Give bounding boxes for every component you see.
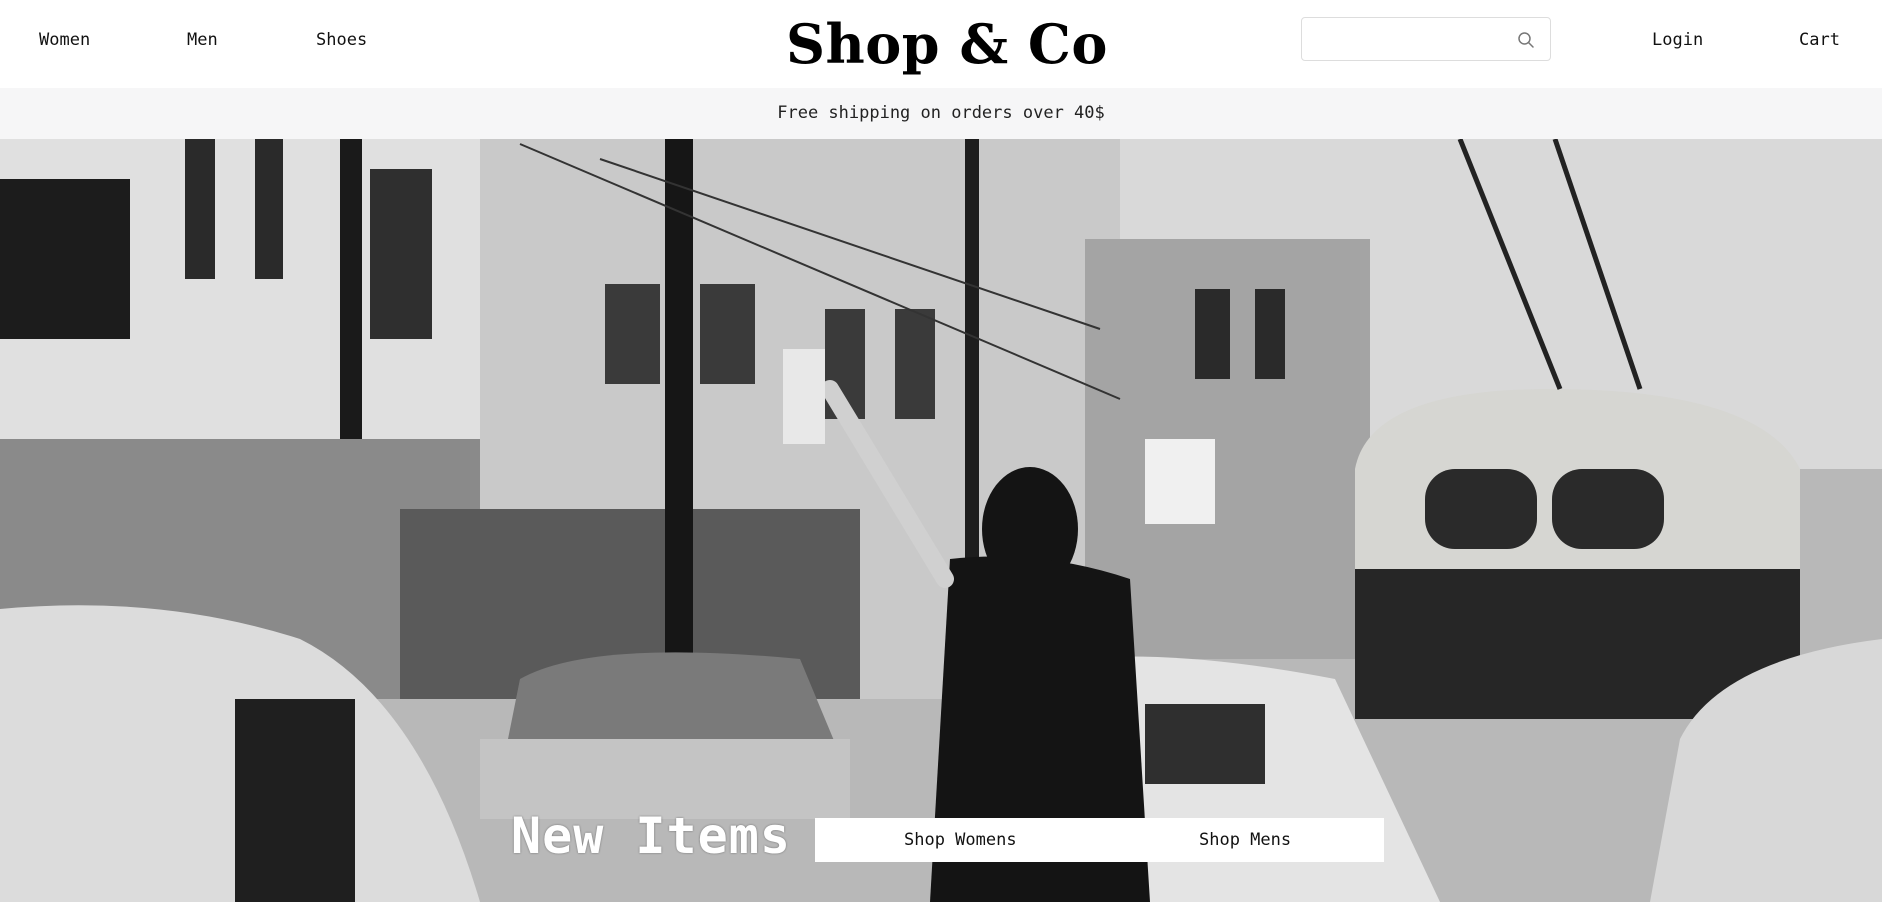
hero-street-photo [0,139,1882,902]
login-link[interactable]: Login [1652,30,1703,50]
shipping-banner: Free shipping on orders over 40$ [0,88,1882,139]
search-box [1301,17,1551,61]
nav-shoes[interactable]: Shoes [316,30,367,50]
hero-cta-bar: Shop Womens Shop Mens [815,818,1384,862]
site-logo[interactable]: Shop & Co [786,12,1108,76]
hero-title: New Items [511,807,791,865]
search-input[interactable] [1312,26,1502,52]
nav-women[interactable]: Women [39,30,90,50]
shipping-banner-text: Free shipping on orders over 40$ [777,103,1105,123]
cart-link[interactable]: Cart [1799,30,1840,50]
shop-mens-button[interactable]: Shop Mens [1199,830,1291,850]
nav-men[interactable]: Men [187,30,218,50]
hero-section: New Items Shop Womens Shop Mens [0,139,1882,902]
search-icon[interactable] [1517,31,1535,49]
shop-womens-button[interactable]: Shop Womens [904,830,1017,850]
site-header: Women Men Shoes Shop & Co Login Cart [0,0,1882,88]
